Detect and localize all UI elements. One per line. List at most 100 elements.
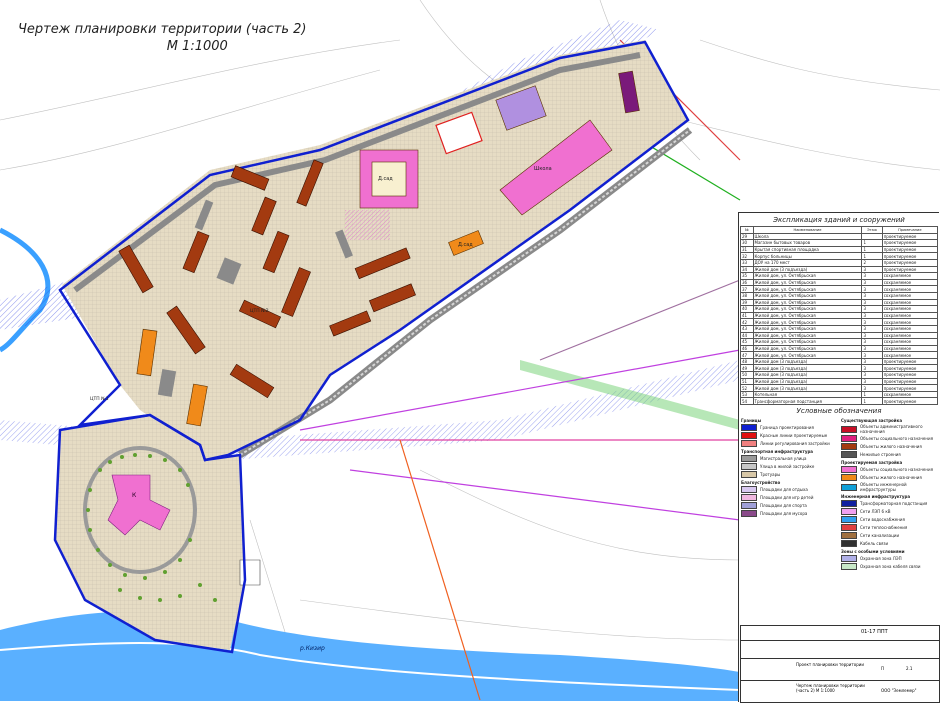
table-cell: 1	[861, 397, 883, 406]
legend-item: Объекты инженерной инфраструктуры	[841, 482, 937, 492]
table-cell	[861, 232, 883, 241]
legend-right-column: Существующая застройка Объекты администра…	[839, 416, 939, 571]
table-row: 34 Жилой дом (3 подъезда) 3 проектируемое	[740, 265, 939, 274]
table-cell: Жилой дом, ул. Октябрьская	[752, 324, 863, 333]
legend-swatch	[741, 502, 757, 510]
table-cell: 3	[861, 305, 883, 313]
table-row: 49 Жилой дом (3 подъезда) 3 проектируемое	[740, 364, 939, 373]
table-row: 52 Жилой дом (3 подъезда) 3 проектируемое	[740, 384, 939, 392]
legend-item: Нежилые строения	[841, 451, 937, 459]
table-cell: 39	[740, 298, 754, 307]
legend-item: Объекты жилого назначения	[841, 474, 937, 482]
table-row: 48 Жилой дом (3 подъезда) 3 проектируемое	[740, 357, 939, 366]
table-cell: 3	[861, 331, 883, 340]
table-cell: Жилой дом, ул. Октябрьская	[752, 311, 863, 320]
table-cell: 3	[861, 278, 883, 287]
table-row: 29 Школа проектируемое	[740, 232, 939, 241]
legend-swatch	[841, 425, 857, 433]
legend-label: Объекты социального назначения	[860, 436, 933, 442]
table-cell: сохраняемое	[881, 390, 939, 399]
legend-item: Линии регулирования застройки	[741, 440, 837, 448]
table-cell: проектируемое	[881, 232, 939, 241]
table-row: 35 Жилой дом, ул. Октябрьская 3 сохраняемое	[740, 272, 939, 280]
table-cell: Жилой дом, ул. Октябрьская	[752, 278, 863, 287]
table-cell: сохраняемое	[881, 291, 939, 300]
legend-item: Объекты жилого назначения	[841, 443, 937, 451]
legend-label: Нежилые строения	[860, 452, 901, 458]
legend-item: Сети ЛЭП 6 кВ	[841, 508, 937, 516]
table-cell: 46	[740, 344, 754, 353]
river-label: р.Кизир	[299, 645, 325, 652]
table-cell: проектируемое	[881, 258, 939, 267]
legend-group-title: Инженерная инфраструктура	[841, 494, 911, 500]
table-cell: 53	[740, 390, 754, 399]
table-cell: Жилой дом, ул. Октябрьская	[752, 291, 863, 300]
table-cell: 51	[740, 377, 754, 386]
table-cell: Жилой дом (3 подъезда)	[752, 384, 863, 392]
legend-swatch	[741, 424, 757, 432]
kindergarten2-label: Д.сад	[458, 242, 473, 248]
legend-label: Объекты жилого назначения	[860, 475, 922, 481]
legend-swatch	[741, 486, 757, 494]
legend-item: Сети канализации	[841, 532, 937, 540]
title-block-drawing: Чертеж планировки территории (часть 2) М…	[796, 683, 865, 693]
table-row: 38 Жилой дом, ул. Октябрьская 3 сохраняемое	[740, 291, 939, 300]
legend-item: Площадки для отдыха	[741, 486, 837, 494]
legend-item: Кабель связи	[841, 540, 937, 548]
legend-label: Сети канализации	[860, 533, 900, 539]
legend-item: Магистральная улица	[741, 455, 837, 463]
table-cell: 2	[861, 258, 883, 267]
title-block-project: Проект планировки территории	[796, 662, 864, 667]
table-cell: 42	[740, 318, 754, 326]
table-cell: 32	[740, 252, 754, 260]
table-cell: 1	[861, 245, 883, 254]
legend-title: Условные обозначения	[796, 407, 882, 416]
table-cell: 35	[740, 272, 754, 280]
title-block-org: ООО "Землемер"	[881, 688, 917, 693]
legend-swatch	[841, 483, 857, 491]
legend-swatch	[841, 516, 857, 524]
table-cell: 47	[740, 351, 754, 359]
table-cell: проектируемое	[881, 245, 939, 254]
table-cell: 3	[861, 318, 883, 326]
table-cell: проектируемое	[881, 364, 939, 373]
table-cell: 48	[740, 357, 754, 366]
legend-swatch	[841, 451, 857, 459]
table-row: 47 Жилой дом, ул. Октябрьская 3 сохраняемое	[740, 351, 939, 359]
table-cell: 3	[861, 298, 883, 307]
table-cell: 3	[861, 291, 883, 300]
table-cell: Жилой дом, ул. Октябрьская	[752, 272, 863, 280]
table-cell: Жилой дом, ул. Октябрьская	[752, 331, 863, 340]
table-cell: 41	[740, 311, 754, 320]
table-cell: 43	[740, 324, 754, 333]
table-cell: 37	[740, 285, 754, 293]
table-cell: сохраняемое	[881, 331, 939, 340]
explication-header-cell: №	[740, 226, 754, 234]
legend-swatch	[841, 443, 857, 451]
table-cell: Жилой дом, ул. Октябрьская	[752, 338, 863, 346]
table-cell: 3	[861, 384, 883, 392]
table-cell: сохраняемое	[881, 298, 939, 307]
table-cell: сохраняемое	[881, 305, 939, 313]
table-cell: сохраняемое	[881, 344, 939, 353]
table-cell: проектируемое	[881, 265, 939, 274]
explication-header-cell: Этаж	[861, 226, 883, 234]
legend-item: Трансформаторная подстанция	[841, 500, 937, 508]
explication-header-cell: Наименование	[752, 226, 863, 234]
legend-item: Красные линии проектируемые	[741, 432, 837, 440]
cp2-label: ЦТП №2	[250, 308, 269, 314]
table-cell: 34	[740, 265, 754, 274]
legend-item: Охранная зона ЛЭП	[841, 555, 937, 563]
table-cell: Жилой дом (3 подъезда)	[752, 364, 863, 373]
table-cell: Корпус больницы	[752, 252, 863, 260]
table-cell: ДОУ на 170 мест	[752, 258, 863, 267]
legend-label: Граница проектирования	[760, 425, 814, 431]
table-row: 30 Магазин бытовых товаров 1 проектируемое	[740, 239, 939, 247]
table-row: 54 Трансформаторная подстанция 1 проектируе…	[740, 397, 939, 406]
legend-item: Объекты социального назначения	[841, 466, 937, 474]
legend-label: Магистральная улица	[760, 456, 807, 462]
table-row: 33 ДОУ на 170 мест 2 проектируемое	[740, 258, 939, 267]
legend-swatch	[841, 500, 857, 508]
table-row: 43 Жилой дом, ул. Октябрьская 3 сохраняемое	[740, 324, 939, 333]
table-cell: 3	[861, 364, 883, 373]
